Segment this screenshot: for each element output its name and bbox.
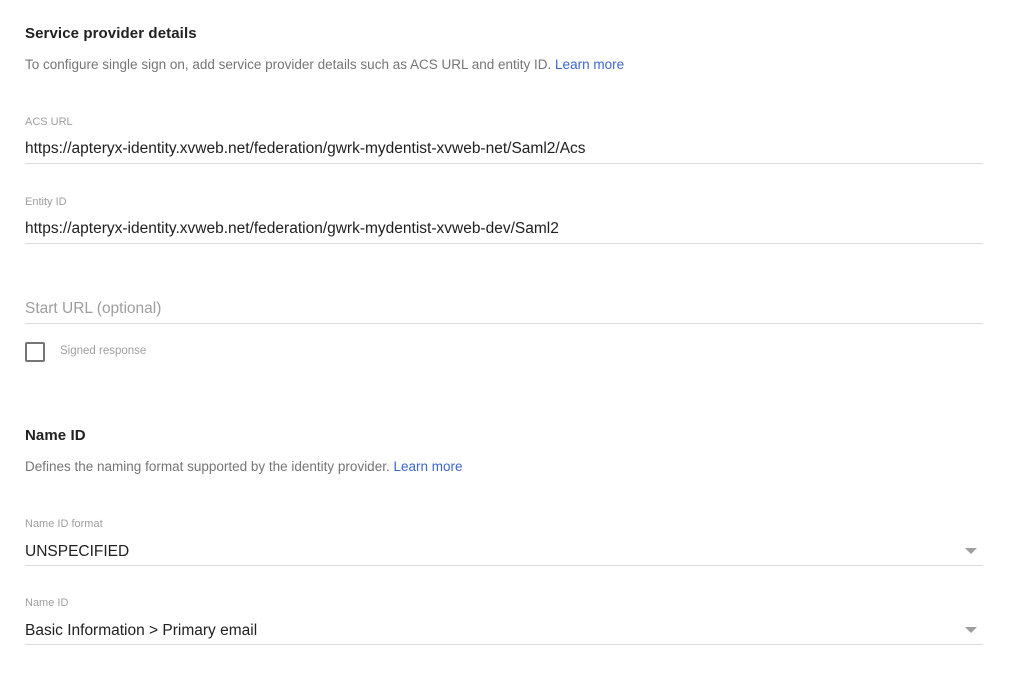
signed-response-label: Signed response [60, 345, 147, 357]
saml-app-config-page: Service provider details To configure si… [0, 0, 1009, 681]
start-url-input[interactable]: Start URL (optional) [25, 300, 161, 318]
acs-url-input[interactable]: https://apteryx-identity.xvweb.net/feder… [25, 140, 586, 158]
entity-id-label: Entity ID [25, 196, 67, 208]
acs-url-underline [25, 163, 983, 164]
name-id-mapping-label: Name ID [25, 597, 69, 609]
signed-response-checkbox[interactable] [25, 342, 45, 362]
name-id-learn-more-link[interactable]: Learn more [393, 459, 462, 474]
acs-url-label: ACS URL [25, 116, 73, 128]
entity-id-underline [25, 243, 983, 244]
name-id-format-underline [25, 565, 983, 566]
service-provider-learn-more-link[interactable]: Learn more [555, 57, 624, 72]
name-id-description: Defines the naming format supported by t… [25, 459, 463, 474]
service-provider-description-text: To configure single sign on, add service… [25, 57, 552, 72]
chevron-down-icon [965, 627, 977, 633]
name-id-mapping-value: Basic Information > Primary email [25, 622, 258, 639]
service-provider-description: To configure single sign on, add service… [25, 57, 624, 72]
start-url-underline [25, 323, 983, 324]
entity-id-input[interactable]: https://apteryx-identity.xvweb.net/feder… [25, 220, 559, 238]
name-id-description-text: Defines the naming format supported by t… [25, 459, 390, 474]
name-id-format-select[interactable] [25, 538, 983, 568]
name-id-format-value: UNSPECIFIED [25, 543, 130, 560]
name-id-mapping-underline [25, 644, 983, 645]
service-provider-title: Service provider details [25, 25, 197, 42]
name-id-title: Name ID [25, 427, 86, 444]
chevron-down-icon [965, 548, 977, 554]
name-id-format-label: Name ID format [25, 518, 103, 530]
